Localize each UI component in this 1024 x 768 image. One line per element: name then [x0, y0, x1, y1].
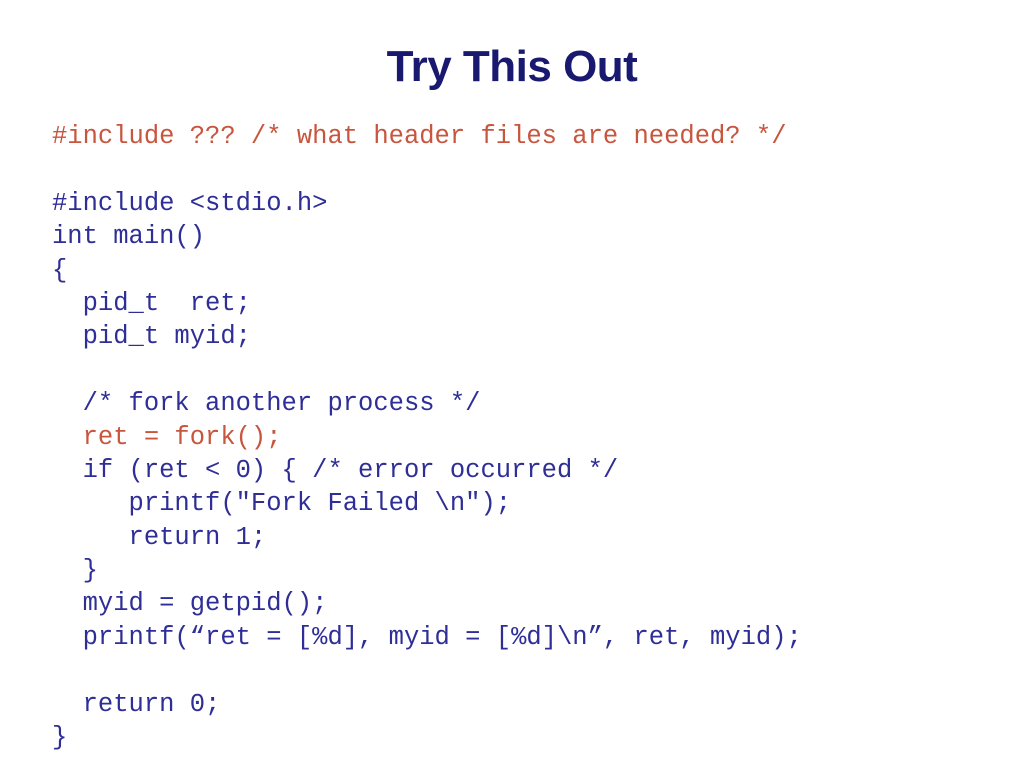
code-line: } — [52, 723, 68, 753]
slide-canvas: Try This Out #include ??? /* what header… — [0, 0, 1024, 768]
code-line: ret = fork(); — [52, 422, 282, 452]
code-line: int main() — [52, 222, 206, 252]
code-listing: #include ??? /* what header files are ne… — [52, 120, 982, 754]
code-line: #include ??? /* what header files are ne… — [52, 122, 787, 151]
code-line: pid_t ret; — [52, 288, 251, 318]
code-line: if (ret < 0) { /* error occurred */ — [52, 455, 619, 485]
code-line: return 0; — [52, 689, 221, 719]
code-line: { — [52, 255, 68, 285]
code-line: } — [52, 556, 98, 586]
code-line: /* fork another process */ — [52, 389, 481, 419]
page-title: Try This Out — [386, 42, 638, 91]
code-line: myid = getpid(); — [52, 589, 328, 619]
code-line: pid_t myid; — [52, 322, 251, 352]
code-line: printf("Fork Failed \n"); — [52, 489, 512, 519]
code-line: return 1; — [52, 522, 267, 552]
code-line: #include <stdio.h> — [52, 188, 328, 218]
code-line: printf(“ret = [%d], myid = [%d]\n”, ret,… — [52, 622, 802, 652]
